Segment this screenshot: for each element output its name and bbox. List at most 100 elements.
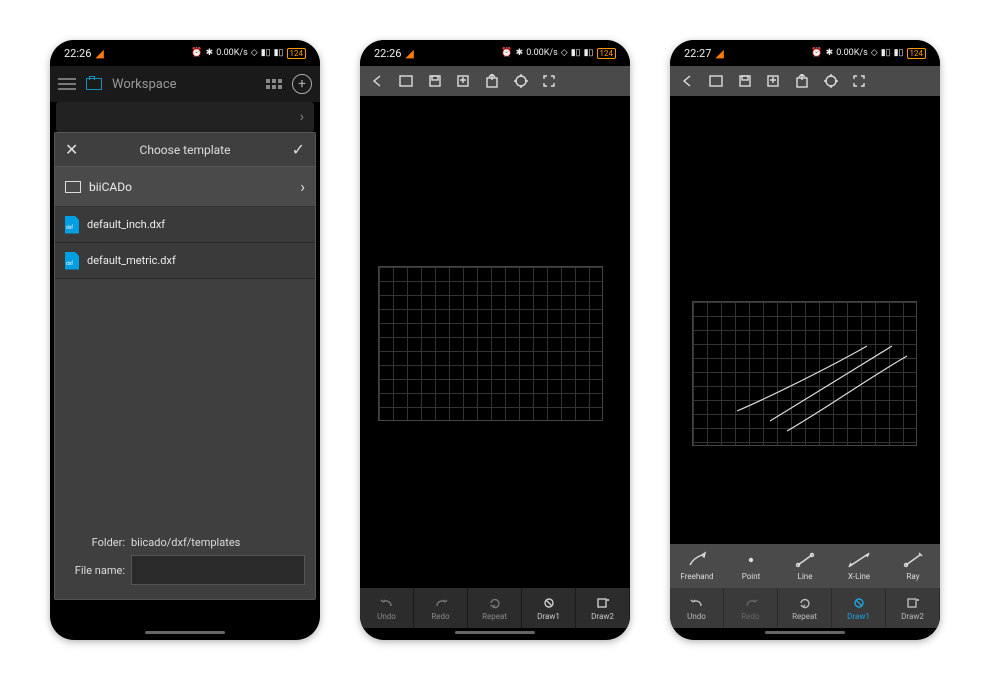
status-time: 22:27: [684, 47, 711, 60]
save-as-icon[interactable]: [766, 74, 780, 88]
data-rate: 0.00K/s: [836, 48, 868, 58]
save-icon[interactable]: [738, 74, 752, 88]
fullscreen-icon[interactable]: [542, 74, 556, 88]
alarm-icon: ⏰: [191, 48, 202, 58]
draw2-button[interactable]: Draw2: [886, 588, 940, 628]
app-toolbar: Workspace +: [50, 66, 320, 102]
repeat-button[interactable]: Repeat: [468, 588, 522, 628]
folder-name: biiCADo: [89, 180, 132, 194]
filename-label: File name:: [65, 564, 125, 577]
status-indicator-icon: ◢: [95, 47, 103, 60]
pdf-export-icon[interactable]: [794, 74, 810, 88]
folder-path: biicado/dxf/templates: [131, 536, 240, 549]
point-tool[interactable]: Point: [724, 544, 778, 588]
template-folder-row[interactable]: biiCADo ›: [55, 167, 315, 207]
pdf-export-icon[interactable]: [484, 74, 500, 88]
template-file-row[interactable]: default_metric.dxf: [55, 243, 315, 279]
new-icon[interactable]: [398, 74, 414, 88]
status-time: 22:26: [374, 47, 401, 60]
bottom-toolbar: Undo Redo Repeat Draw1 Draw2: [670, 588, 940, 628]
file-name: default_inch.dxf: [87, 218, 165, 231]
bluetooth-icon: ✱: [516, 48, 524, 58]
confirm-icon[interactable]: ✓: [292, 140, 305, 159]
save-as-icon[interactable]: [456, 74, 470, 88]
home-indicator: [765, 631, 845, 634]
drawing-canvas[interactable]: [360, 96, 630, 592]
status-right: ⏰ ✱ 0.00K/s ◇ ▮▯ ▮▯ 124: [811, 48, 926, 59]
cad-toolbar: [670, 66, 940, 96]
fullscreen-icon[interactable]: [852, 74, 866, 88]
status-bar: 22:26 ◢ ⏰ ✱ 0.00K/s ◇ ▮▯ ▮▯ 124: [50, 40, 320, 66]
wifi-icon: ◇: [251, 48, 258, 58]
signal-icon: ▮▯: [261, 48, 271, 58]
undo-button[interactable]: Undo: [360, 588, 414, 628]
dxf-file-icon: [65, 216, 79, 234]
menu-icon[interactable]: [58, 78, 76, 90]
status-indicator-icon: ◢: [715, 47, 723, 60]
bluetooth-icon: ✱: [826, 48, 834, 58]
redo-button[interactable]: Redo: [724, 588, 778, 628]
folder-icon: [65, 181, 81, 193]
alarm-icon: ⏰: [811, 48, 822, 58]
status-right: ⏰ ✱ 0.00K/s ◇ ▮▯ ▮▯ 124: [501, 48, 616, 59]
drawing-grid: [378, 266, 603, 421]
dxf-file-icon: [65, 252, 79, 270]
line-tool[interactable]: Line: [778, 544, 832, 588]
home-indicator: [145, 631, 225, 634]
signal-icon: ▮▯: [584, 48, 594, 58]
screenshot-1: 22:26 ◢ ⏰ ✱ 0.00K/s ◇ ▮▯ ▮▯ 124 Workspac…: [50, 40, 320, 640]
signal-icon: ▮▯: [274, 48, 284, 58]
screenshot-3: 22:27 ◢ ⏰ ✱ 0.00K/s ◇ ▮▯ ▮▯ 124 Freehand: [670, 40, 940, 640]
add-button[interactable]: +: [292, 74, 312, 94]
wifi-icon: ◇: [871, 48, 878, 58]
back-icon[interactable]: [680, 74, 694, 88]
status-bar: 22:27 ◢ ⏰ ✱ 0.00K/s ◇ ▮▯ ▮▯ 124: [670, 40, 940, 66]
save-icon[interactable]: [428, 74, 442, 88]
background-row: ›: [56, 102, 314, 132]
panel-footer: Folder: biicado/dxf/templates File name:: [55, 522, 315, 599]
cad-toolbar: [360, 66, 630, 96]
home-indicator: [455, 631, 535, 634]
battery-indicator: 124: [287, 48, 307, 59]
choose-template-panel: ✕ Choose template ✓ biiCADo › default_in…: [54, 132, 316, 600]
grid-view-icon[interactable]: [266, 79, 282, 89]
status-indicator-icon: ◢: [405, 47, 413, 60]
bluetooth-icon: ✱: [206, 48, 214, 58]
drawing-canvas[interactable]: [670, 96, 940, 544]
status-right: ⏰ ✱ 0.00K/s ◇ ▮▯ ▮▯ 124: [191, 48, 306, 59]
draw2-button[interactable]: Draw2: [576, 588, 630, 628]
close-icon[interactable]: ✕: [65, 140, 78, 159]
battery-indicator: 124: [907, 48, 927, 59]
draw1-button[interactable]: Draw1: [832, 588, 886, 628]
redo-button[interactable]: Redo: [414, 588, 468, 628]
battery-indicator: 124: [597, 48, 617, 59]
workspace-icon: [86, 78, 102, 90]
workspace-title: Workspace: [112, 77, 256, 92]
target-icon[interactable]: [514, 74, 528, 88]
undo-button[interactable]: Undo: [670, 588, 724, 628]
template-file-row[interactable]: default_inch.dxf: [55, 207, 315, 243]
xline-tool[interactable]: X-Line: [832, 544, 886, 588]
screenshot-2: 22:26 ◢ ⏰ ✱ 0.00K/s ◇ ▮▯ ▮▯ 124 Undo Red…: [360, 40, 630, 640]
target-icon[interactable]: [824, 74, 838, 88]
data-rate: 0.00K/s: [216, 48, 248, 58]
new-icon[interactable]: [708, 74, 724, 88]
filename-input[interactable]: [131, 555, 305, 585]
bottom-toolbar: Undo Redo Repeat Draw1 Draw2: [360, 588, 630, 628]
signal-icon: ▮▯: [894, 48, 904, 58]
freehand-strokes: [692, 301, 917, 446]
repeat-button[interactable]: Repeat: [778, 588, 832, 628]
freehand-tool[interactable]: Freehand: [670, 544, 724, 588]
panel-title: Choose template: [78, 143, 291, 157]
folder-label: Folder:: [65, 536, 125, 549]
data-rate: 0.00K/s: [526, 48, 558, 58]
ray-tool[interactable]: Ray: [886, 544, 940, 588]
back-icon[interactable]: [370, 74, 384, 88]
alarm-icon: ⏰: [501, 48, 512, 58]
signal-icon: ▮▯: [571, 48, 581, 58]
status-bar: 22:26 ◢ ⏰ ✱ 0.00K/s ◇ ▮▯ ▮▯ 124: [360, 40, 630, 66]
draw-tool-bar: Freehand Point Line X-Line Ray: [670, 544, 940, 588]
file-name: default_metric.dxf: [87, 254, 176, 267]
draw1-button[interactable]: Draw1: [522, 588, 576, 628]
signal-icon: ▮▯: [881, 48, 891, 58]
